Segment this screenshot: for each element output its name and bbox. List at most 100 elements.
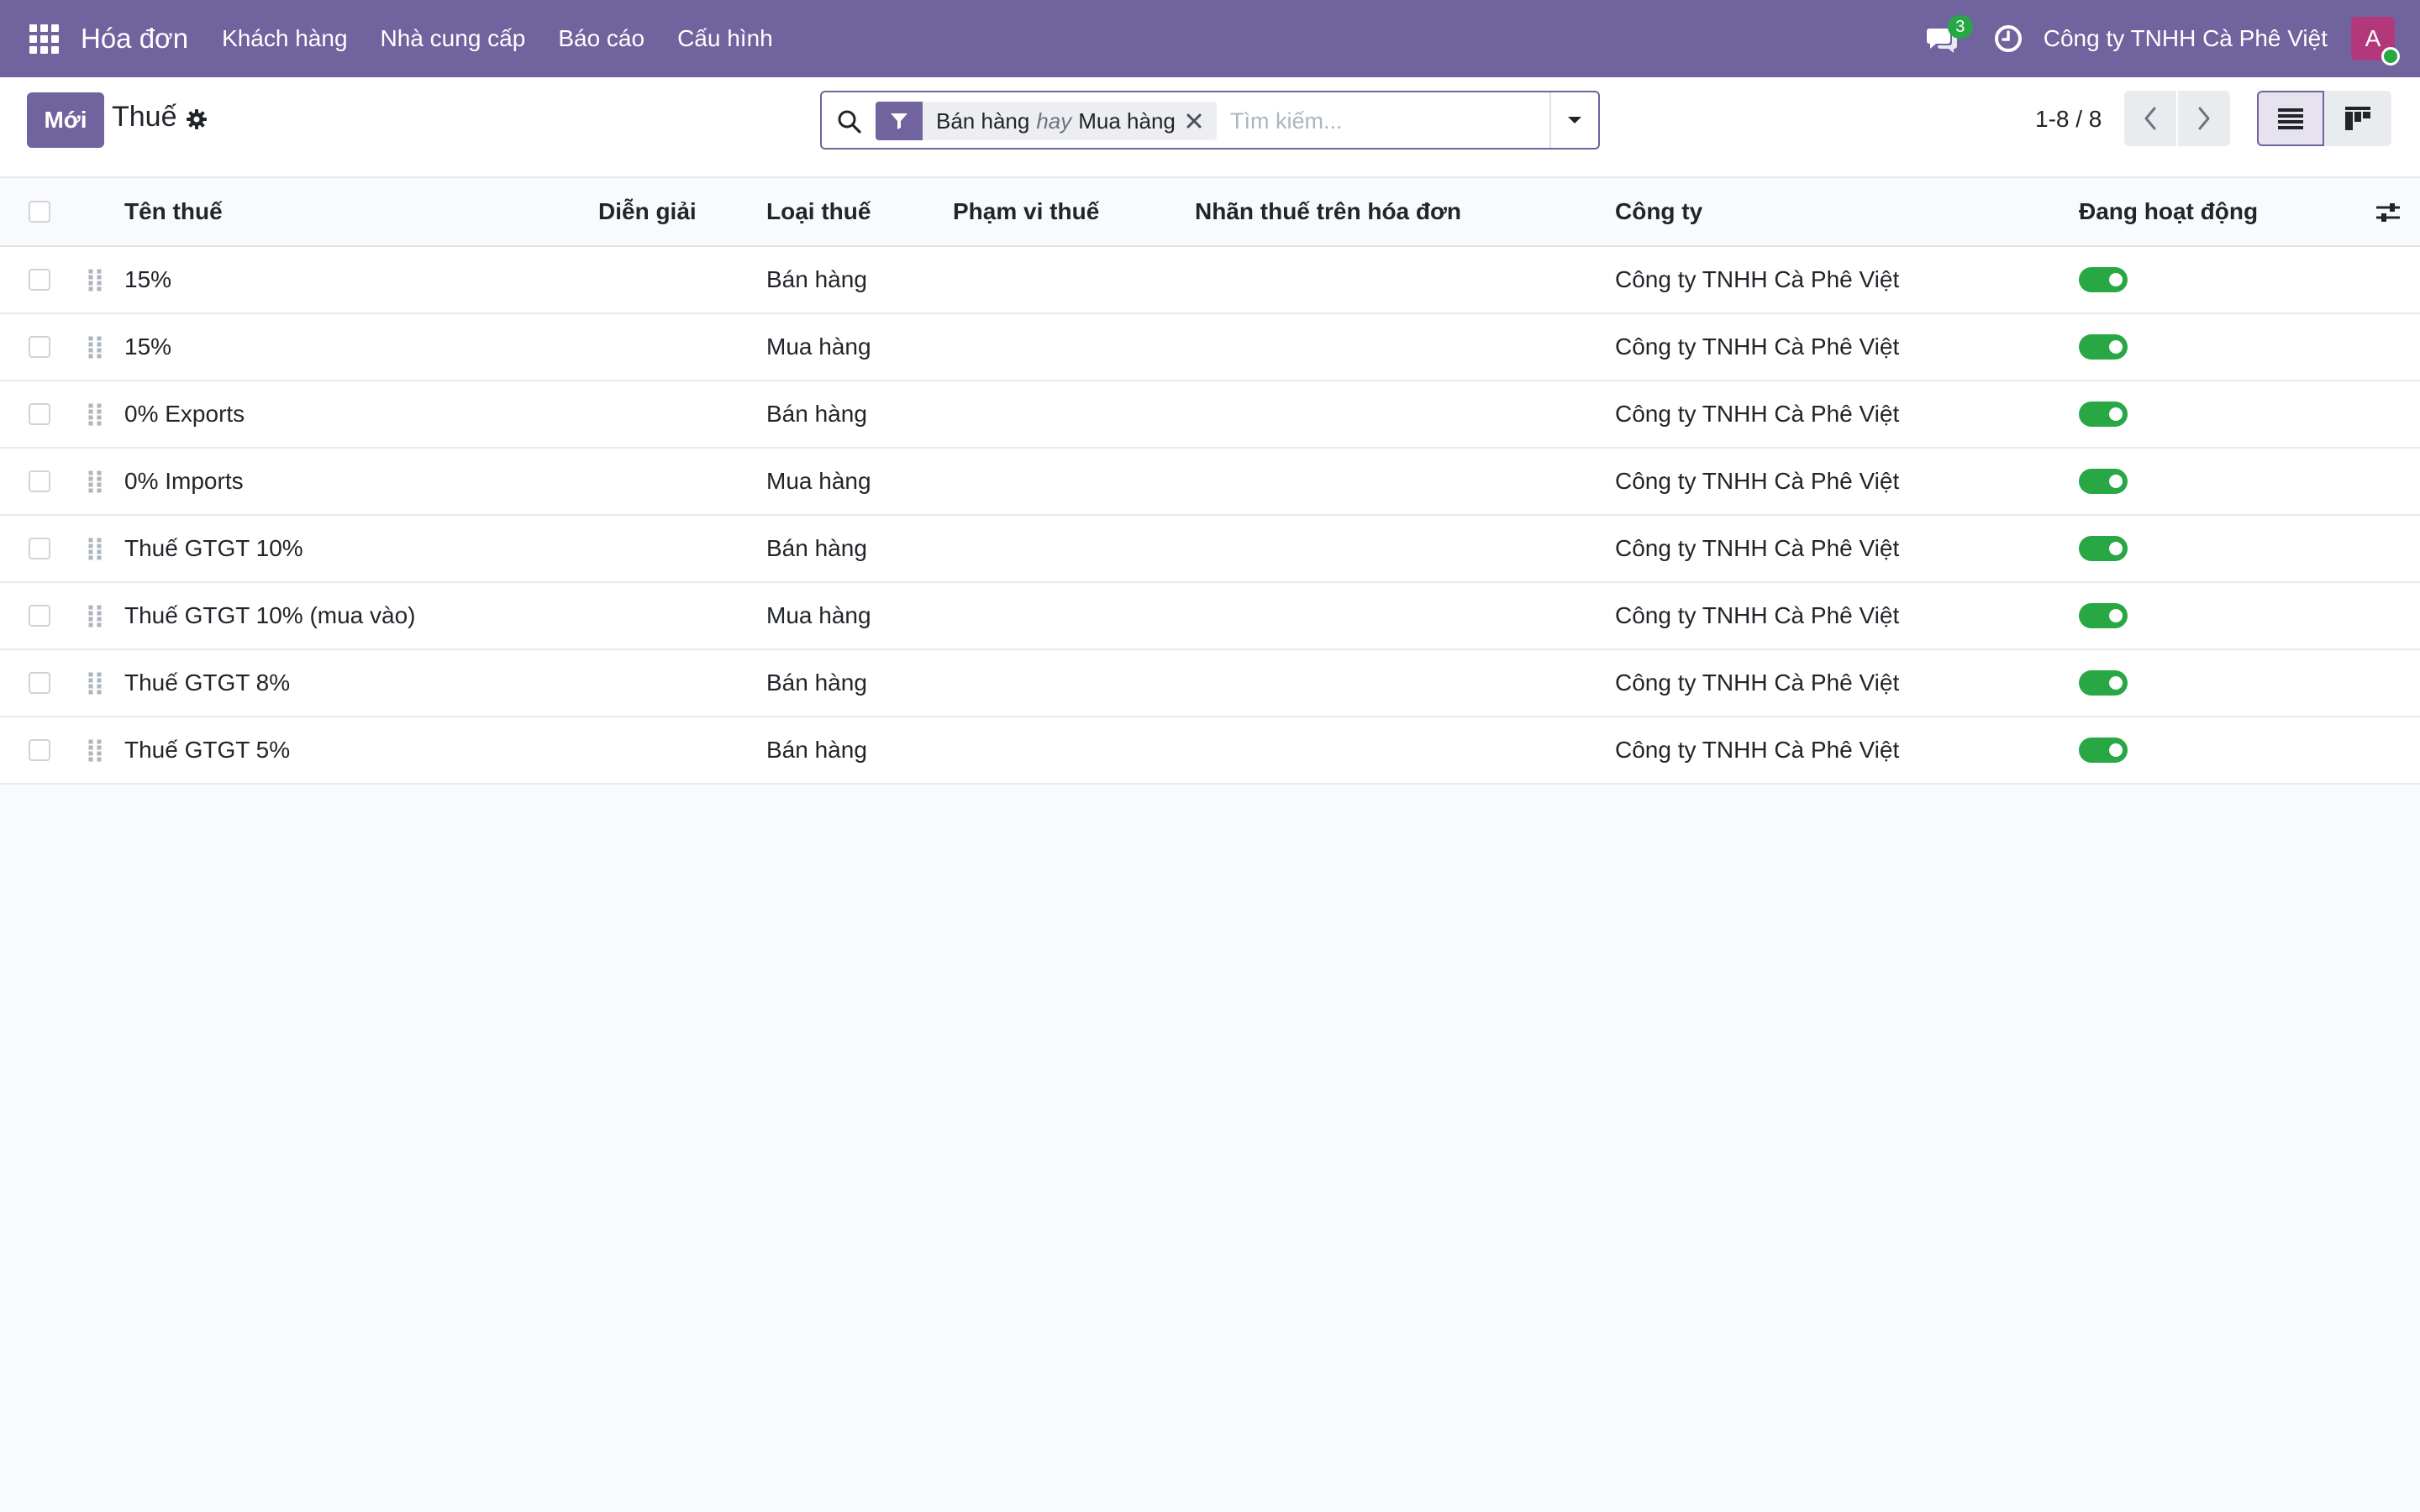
drag-handle-icon[interactable] <box>87 537 103 560</box>
navbar-systray: 3 Công ty TNHH Cà Phê Việt A <box>1926 0 2420 77</box>
company-cell: Công ty TNHH Cà Phê Việt <box>1615 333 1900 360</box>
active-cell <box>2079 247 2128 312</box>
tax-name-cell: 0% Imports <box>124 468 244 494</box>
table-row[interactable]: Thuế GTGT 10% (mua vào) Mua hàng Công ty T… <box>0 583 2420 650</box>
tax-name-cell: Thuế GTGT 10% <box>124 535 303 561</box>
chevron-right-icon <box>2198 107 2210 130</box>
search-input[interactable] <box>1228 102 1531 139</box>
row-select-checkbox[interactable] <box>29 269 50 291</box>
menu-item-vendors[interactable]: Nhà cung cấp <box>381 25 526 52</box>
tax-list-table: Tên thuế Diễn giải Loại thuế Phạm vi thu… <box>0 178 2420 785</box>
clock-icon <box>1994 25 2022 52</box>
drag-handle-icon[interactable] <box>87 470 103 493</box>
active-cell <box>2079 449 2128 514</box>
top-navbar: Hóa đơn Khách hàng Nhà cung cấp Báo cáo … <box>0 0 2420 77</box>
user-avatar[interactable]: A <box>2351 17 2400 66</box>
active-cell <box>2079 516 2128 581</box>
tax-type-cell: Mua hàng <box>766 468 871 494</box>
company-cell: Công ty TNHH Cà Phê Việt <box>1615 535 1900 561</box>
select-all-checkbox[interactable] <box>29 201 50 223</box>
active-toggle[interactable] <box>2079 536 2128 561</box>
active-toggle[interactable] <box>2079 267 2128 292</box>
tax-type-cell: Mua hàng <box>766 333 871 360</box>
tax-type-cell: Bán hàng <box>766 737 867 763</box>
menu-item-customers[interactable]: Khách hàng <box>222 25 347 52</box>
apps-grid-icon[interactable] <box>29 24 59 54</box>
column-header-name[interactable]: Tên thuế <box>124 178 223 245</box>
list-view-button[interactable] <box>2257 91 2324 146</box>
drag-handle-icon[interactable] <box>87 671 103 695</box>
tax-name-cell: Thuế GTGT 5% <box>124 737 291 763</box>
search-options-toggle[interactable] <box>1549 92 1598 148</box>
tax-name-cell: Thuế GTGT 8% <box>124 669 291 696</box>
chevron-left-icon <box>2144 107 2156 130</box>
pager-previous-button[interactable] <box>2124 91 2176 146</box>
kanban-view-button[interactable] <box>2324 91 2391 146</box>
facet-value-purchases: Mua hàng <box>1078 108 1176 134</box>
column-header-invoice-label[interactable]: Nhãn thuế trên hóa đơn <box>1195 178 1461 245</box>
drag-handle-icon[interactable] <box>87 402 103 426</box>
search-bar: Bán hàng hay Mua hàng <box>820 91 1600 150</box>
row-select-checkbox[interactable] <box>29 739 50 761</box>
table-row[interactable]: Thuế GTGT 5% Bán hàng Công ty TNHH Cà Phê … <box>0 717 2420 785</box>
messaging-button[interactable]: 3 <box>1926 15 1973 57</box>
pager-next-button[interactable] <box>2178 91 2230 146</box>
active-cell <box>2079 717 2128 783</box>
menu-item-configuration[interactable]: Cấu hình <box>677 25 773 52</box>
active-toggle[interactable] <box>2079 603 2128 628</box>
column-header-description[interactable]: Diễn giải <box>598 178 697 245</box>
active-toggle[interactable] <box>2079 469 2128 494</box>
search-facet-filter: Bán hàng hay Mua hàng <box>876 102 1217 140</box>
activities-button[interactable] <box>1991 22 2025 55</box>
optional-columns-icon[interactable] <box>2375 200 2402 225</box>
active-toggle[interactable] <box>2079 670 2128 696</box>
row-select-checkbox[interactable] <box>29 336 50 358</box>
table-row[interactable]: Thuế GTGT 8% Bán hàng Công ty TNHH Cà Phê … <box>0 650 2420 717</box>
row-select-checkbox[interactable] <box>29 538 50 559</box>
row-select-checkbox[interactable] <box>29 672 50 694</box>
drag-handle-icon[interactable] <box>87 268 103 291</box>
facet-value-sales: Bán hàng <box>936 108 1030 134</box>
company-cell: Công ty TNHH Cà Phê Việt <box>1615 401 1900 427</box>
list-view-icon <box>2278 108 2303 129</box>
active-toggle[interactable] <box>2079 738 2128 763</box>
active-toggle[interactable] <box>2079 334 2128 360</box>
table-header: Tên thuế Diễn giải Loại thuế Phạm vi thu… <box>0 178 2420 247</box>
active-toggle[interactable] <box>2079 402 2128 427</box>
tax-name-cell: Thuế GTGT 10% (mua vào) <box>124 602 416 628</box>
tax-name-cell: 15% <box>124 266 172 292</box>
pager-value[interactable]: 1-8 / 8 <box>2035 106 2102 133</box>
new-button[interactable]: Mới <box>27 92 104 148</box>
column-header-tax-scope[interactable]: Phạm vi thuế <box>953 178 1099 245</box>
online-status-dot <box>2381 47 2400 66</box>
table-row[interactable]: 0% Imports Mua hàng Công ty TNHH Cà Phê Vi… <box>0 449 2420 516</box>
table-row[interactable]: Thuế GTGT 10% Bán hàng Công ty TNHH Cà Phê… <box>0 516 2420 583</box>
company-switcher[interactable]: Công ty TNHH Cà Phê Việt <box>2044 25 2328 52</box>
app-brand[interactable]: Hóa đơn <box>81 23 188 55</box>
drag-handle-icon[interactable] <box>87 604 103 627</box>
avatar-initial: A <box>2365 25 2381 51</box>
tax-name-cell: 15% <box>124 333 172 360</box>
row-select-checkbox[interactable] <box>29 605 50 627</box>
close-icon[interactable] <box>1185 112 1203 130</box>
row-select-checkbox[interactable] <box>29 470 50 492</box>
tax-name-cell: 0% Exports <box>124 401 245 427</box>
caret-down-icon <box>1568 117 1581 123</box>
tax-type-cell: Bán hàng <box>766 669 867 696</box>
row-select-checkbox[interactable] <box>29 403 50 425</box>
table-row[interactable]: 15% Mua hàng Công ty TNHH Cà Phê Việt <box>0 314 2420 381</box>
filter-icon <box>876 102 923 140</box>
drag-handle-icon[interactable] <box>87 335 103 359</box>
active-cell <box>2079 583 2128 648</box>
column-header-tax-type[interactable]: Loại thuế <box>766 178 871 245</box>
tax-type-cell: Bán hàng <box>766 535 867 561</box>
menu-item-reports[interactable]: Báo cáo <box>558 25 644 52</box>
table-row[interactable]: 15% Bán hàng Công ty TNHH Cà Phê Việt <box>0 247 2420 314</box>
table-row[interactable]: 0% Exports Bán hàng Công ty TNHH Cà Phê Vi… <box>0 381 2420 449</box>
drag-handle-icon[interactable] <box>87 738 103 762</box>
column-header-company[interactable]: Công ty <box>1615 178 1702 245</box>
column-header-active[interactable]: Đang hoạt động <box>2079 178 2258 245</box>
messages-count-badge: 3 <box>1947 15 1973 39</box>
search-icon[interactable] <box>835 108 864 136</box>
gear-icon[interactable] <box>185 108 208 131</box>
